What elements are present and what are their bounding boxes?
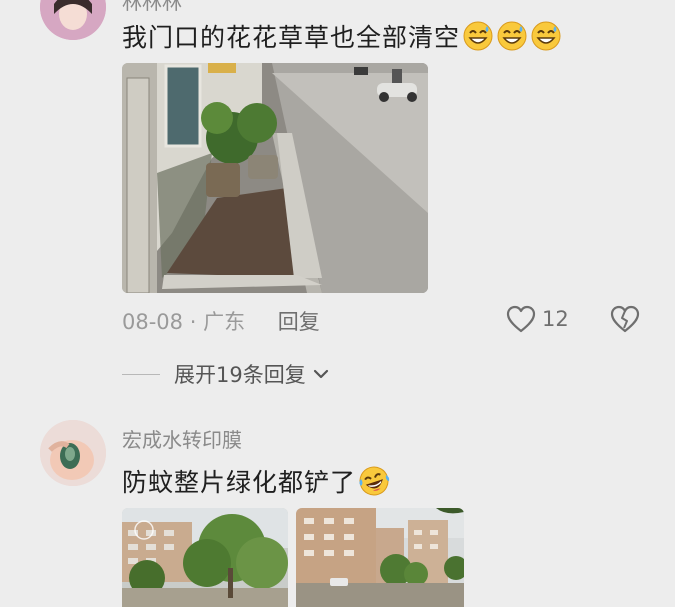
expand-replies-button[interactable]: 展开19条回复 bbox=[122, 360, 330, 388]
comment-text: 防蚊整片绿化都铲了 bbox=[122, 463, 390, 499]
laugh-cry-emoji bbox=[359, 466, 390, 496]
comment-author[interactable]: 林林林 bbox=[122, 0, 182, 15]
reply-button[interactable]: 回复 bbox=[278, 310, 320, 334]
comment-author[interactable]: 宏成水转印膜 bbox=[122, 424, 242, 453]
comment-photo[interactable] bbox=[122, 508, 288, 607]
meta-separator: · bbox=[189, 310, 197, 334]
comment-date: 08-08 bbox=[122, 310, 184, 334]
comment-text-content: 我门口的花花草草也全部清空 bbox=[122, 23, 461, 52]
comment-text: 我门口的花花草草也全部清空 bbox=[122, 18, 562, 54]
like-button[interactable]: 12 bbox=[506, 304, 569, 334]
comment-photo[interactable] bbox=[122, 63, 428, 293]
laugh-sweat-emoji bbox=[531, 21, 561, 51]
broken-heart-icon bbox=[610, 305, 640, 333]
like-count: 12 bbox=[542, 307, 569, 331]
comment-thread: 林林林 我门口的花花草草也全部清空 08-08 · 广东 回复 12 展开19条… bbox=[0, 0, 675, 607]
chevron-down-icon bbox=[313, 369, 328, 379]
comment-text-content: 防蚊整片绿化都铲了 bbox=[122, 468, 357, 497]
divider bbox=[122, 373, 160, 375]
comment-meta: 08-08 · 广东 回复 bbox=[122, 306, 320, 336]
comment-location: 广东 bbox=[203, 310, 246, 334]
comment-photo[interactable] bbox=[296, 508, 464, 607]
avatar[interactable] bbox=[40, 420, 106, 486]
dislike-button[interactable] bbox=[610, 304, 640, 334]
expand-replies-label: 展开19条回复 bbox=[174, 363, 306, 387]
laugh-sweat-emoji bbox=[463, 21, 493, 51]
laugh-sweat-emoji bbox=[497, 21, 527, 51]
heart-icon bbox=[506, 305, 536, 333]
avatar[interactable] bbox=[40, 0, 106, 40]
